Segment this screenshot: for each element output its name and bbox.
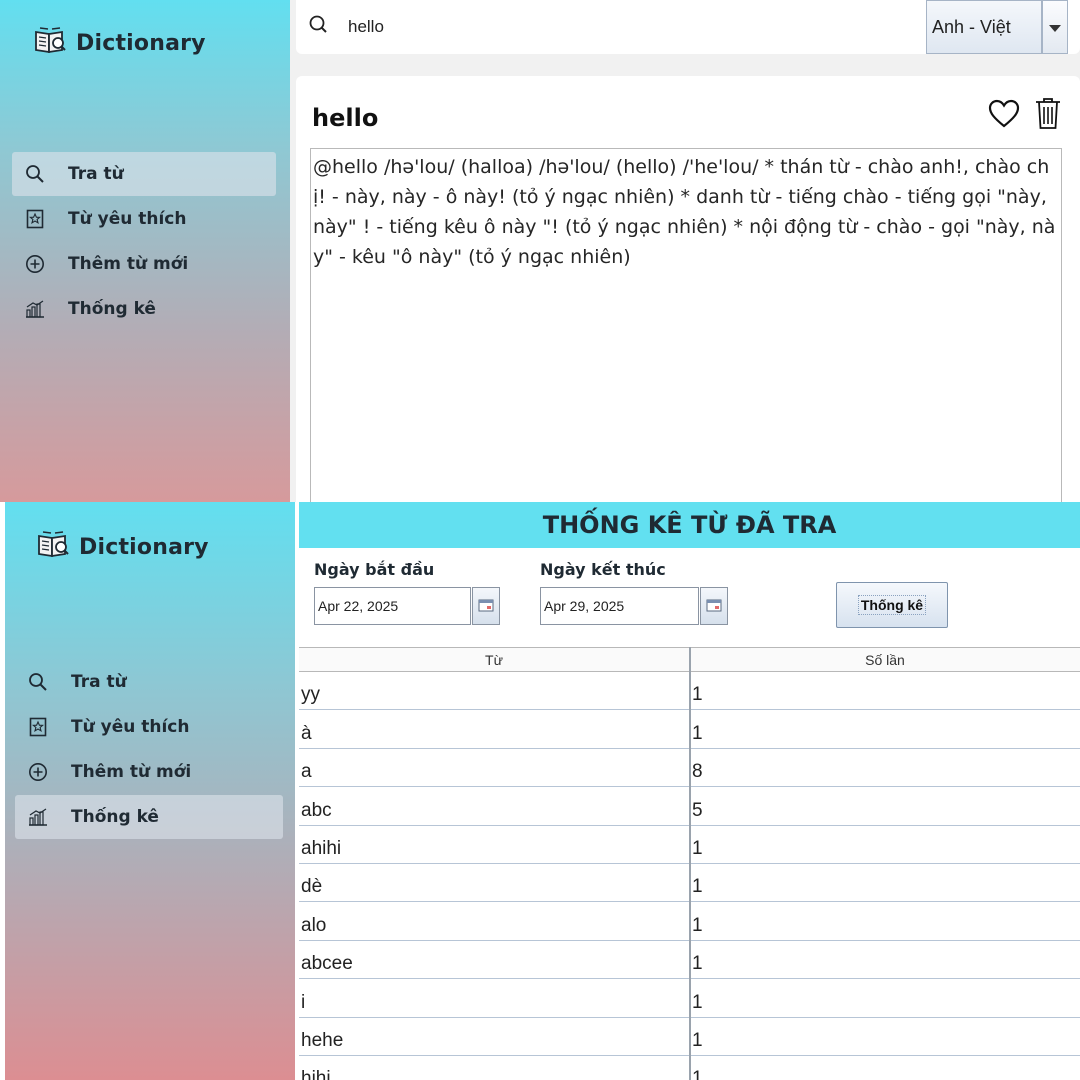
- sidebar-item-label: Tra từ: [68, 164, 124, 184]
- cell-count: 8: [692, 761, 703, 783]
- statistics-button[interactable]: Thống kê: [836, 582, 948, 628]
- dropdown-arrow-button[interactable]: [1042, 0, 1068, 54]
- app-title: Dictionary: [76, 30, 206, 56]
- start-date-picker-button[interactable]: [472, 587, 500, 625]
- chart-icon: [24, 298, 46, 320]
- trash-icon: [1034, 96, 1062, 134]
- cell-count: 1: [692, 991, 703, 1013]
- sidebar-item-lookup[interactable]: Tra từ: [12, 152, 276, 196]
- search-icon: [27, 671, 49, 693]
- sidebar: Dictionary Tra từ Từ yêu thích Thêm từ m…: [5, 502, 295, 1080]
- cell-word: hihi: [299, 1055, 690, 1080]
- sidebar-item-label: Từ yêu thích: [68, 209, 187, 229]
- sidebar-nav: Tra từ Từ yêu thích Thêm từ mới Thống kê: [12, 152, 276, 332]
- calendar-icon: [478, 597, 494, 616]
- sidebar-item-label: Từ yêu thích: [71, 717, 190, 737]
- start-date-field[interactable]: [314, 587, 471, 625]
- sidebar-nav: Tra từ Từ yêu thích Thêm từ mới Thống kê: [15, 660, 283, 840]
- sidebar-item-label: Thống kê: [68, 299, 156, 319]
- chart-icon: [27, 806, 49, 828]
- favorite-button[interactable]: [986, 98, 1022, 134]
- cell-word: i: [299, 979, 690, 1017]
- language-select[interactable]: Anh - Việt: [926, 0, 1042, 54]
- cell-count: 5: [692, 799, 703, 821]
- delete-button[interactable]: [1032, 96, 1064, 134]
- cell-word: ahihi: [299, 825, 690, 863]
- cell-word: abc: [299, 787, 690, 825]
- dictionary-book-icon: [37, 530, 71, 564]
- sidebar-item-statistics[interactable]: Thống kê: [15, 795, 283, 839]
- cell-count: 1: [692, 722, 703, 744]
- result-card: hello @hello /hə'lou/ (halloa) /hə'lou/ …: [296, 76, 1080, 502]
- end-date-label: Ngày kết thúc: [540, 560, 666, 579]
- word-title: hello: [312, 104, 379, 132]
- sidebar-item-label: Thống kê: [71, 807, 159, 827]
- cell-count: 1: [692, 953, 703, 975]
- sidebar-item-label: Tra từ: [71, 672, 127, 692]
- app-title: Dictionary: [79, 534, 209, 560]
- cell-word: hehe: [299, 1017, 690, 1055]
- search-icon: [24, 163, 46, 185]
- cell-count: 1: [692, 876, 703, 898]
- column-header-word[interactable]: Từ: [299, 648, 690, 671]
- cell-word: alo: [299, 902, 690, 940]
- cell-word: a: [299, 748, 690, 787]
- cell-count: 1: [692, 1029, 703, 1051]
- cell-word: yy: [299, 672, 690, 710]
- sidebar-item-label: Thêm từ mới: [71, 762, 192, 782]
- page-title: THỐNG KÊ TỪ ĐÃ TRA: [299, 502, 1080, 548]
- cell-count: 1: [692, 914, 703, 936]
- cell-word: abcee: [299, 940, 690, 979]
- statistics-button-label: Thống kê: [857, 595, 927, 615]
- statistics-screen: Dictionary Tra từ Từ yêu thích Thêm từ m…: [0, 502, 1080, 1080]
- column-divider: [689, 647, 691, 1080]
- plus-circle-icon: [27, 761, 49, 783]
- sidebar: Dictionary Tra từ Từ yêu thích Thêm từ m…: [0, 0, 290, 502]
- sidebar-item-label: Thêm từ mới: [68, 254, 189, 274]
- sidebar-item-statistics[interactable]: Thống kê: [12, 287, 276, 331]
- calendar-icon: [706, 597, 722, 616]
- app-brand: Dictionary: [37, 530, 209, 564]
- lookup-screen: Dictionary Tra từ Từ yêu thích Thêm từ m…: [0, 0, 1080, 502]
- dictionary-book-icon: [34, 26, 68, 60]
- heart-icon: [988, 99, 1020, 133]
- sidebar-item-favorites[interactable]: Từ yêu thích: [15, 705, 283, 749]
- search-icon: [308, 14, 330, 40]
- cell-count: 1: [692, 837, 703, 859]
- definition-text: @hello /hə'lou/ (halloa) /hə'lou/ (hello…: [310, 148, 1062, 502]
- bookmark-icon: [27, 716, 49, 738]
- cell-count: 1: [692, 1068, 703, 1080]
- app-brand: Dictionary: [34, 26, 206, 60]
- sidebar-item-add-word[interactable]: Thêm từ mới: [12, 242, 276, 286]
- cell-word: dè: [299, 863, 690, 902]
- column-header-count[interactable]: Số lần: [690, 648, 1080, 671]
- end-date-field[interactable]: [540, 587, 699, 625]
- start-date-label: Ngày bắt đầu: [314, 560, 435, 579]
- sidebar-item-lookup[interactable]: Tra từ: [15, 660, 283, 704]
- sidebar-item-add-word[interactable]: Thêm từ mới: [15, 750, 283, 794]
- plus-circle-icon: [24, 253, 46, 275]
- sidebar-item-favorites[interactable]: Từ yêu thích: [12, 197, 276, 241]
- end-date-picker-button[interactable]: [700, 587, 728, 625]
- chevron-down-icon: [1049, 18, 1061, 37]
- search-input[interactable]: [348, 10, 908, 44]
- cell-count: 1: [692, 684, 703, 706]
- cell-word: à: [299, 710, 690, 748]
- bookmark-icon: [24, 208, 46, 230]
